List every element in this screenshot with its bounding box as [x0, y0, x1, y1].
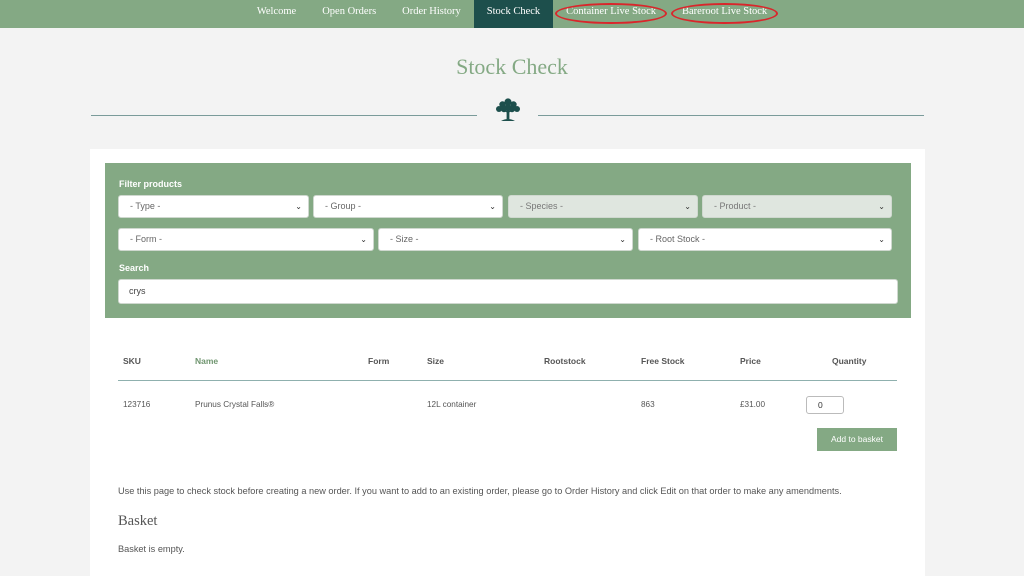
cell-sku: 123716 — [123, 400, 151, 409]
chevron-down-icon: ⌄ — [360, 235, 367, 244]
cell-price: £31.00 — [740, 400, 766, 409]
species-select[interactable]: - Species - ⌄ — [508, 195, 698, 218]
tree-icon — [496, 98, 520, 121]
species-select-value: - Species - — [520, 201, 564, 211]
header-size: Size — [427, 356, 445, 366]
chevron-down-icon: ⌄ — [878, 235, 885, 244]
chevron-down-icon: ⌄ — [489, 202, 496, 211]
search-label: Search — [119, 263, 150, 273]
chevron-down-icon: ⌄ — [878, 202, 885, 211]
root-stock-select[interactable]: - Root Stock - ⌄ — [638, 228, 892, 251]
chevron-down-icon: ⌄ — [295, 202, 302, 211]
chevron-down-icon: ⌄ — [619, 235, 626, 244]
add-to-basket-button[interactable]: Add to basket — [817, 428, 897, 451]
size-select[interactable]: - Size - ⌄ — [378, 228, 633, 251]
nav-stock-check[interactable]: Stock Check — [473, 0, 554, 28]
header-price: Price — [740, 356, 761, 366]
form-select-value: - Form - — [130, 234, 162, 244]
group-select-value: - Group - — [325, 201, 362, 211]
basket-status: Basket is empty. — [118, 544, 185, 554]
header-name[interactable]: Name — [195, 356, 218, 366]
divider-left — [91, 115, 477, 116]
root-stock-select-value: - Root Stock - — [650, 234, 706, 244]
size-select-value: - Size - — [390, 234, 419, 244]
filter-label: Filter products — [119, 179, 183, 189]
header-sku: SKU — [123, 356, 141, 366]
nav-open-orders[interactable]: Open Orders — [309, 0, 389, 28]
group-select[interactable]: - Group - ⌄ — [313, 195, 503, 218]
filter-box: Filter products - Type - ⌄ - Group - ⌄ -… — [105, 163, 911, 318]
page-title: Stock Check — [456, 54, 568, 79]
top-navigation: Welcome Open Orders Order History Stock … — [0, 0, 1024, 28]
chevron-down-icon: ⌄ — [684, 202, 691, 211]
basket-title: Basket — [118, 513, 158, 529]
type-select[interactable]: - Type - ⌄ — [118, 195, 309, 218]
nav-container-live-stock[interactable]: Container Live Stock — [553, 0, 669, 28]
product-select-value: - Product - — [714, 201, 757, 211]
cell-name: Prunus Crystal Falls® — [195, 400, 275, 409]
cell-free-stock: 863 — [641, 400, 655, 409]
product-select[interactable]: - Product - ⌄ — [702, 195, 892, 218]
nav-welcome[interactable]: Welcome — [244, 0, 309, 28]
form-select[interactable]: - Form - ⌄ — [118, 228, 374, 251]
table-header-rule — [118, 380, 897, 381]
header-rootstock: Rootstock — [544, 356, 586, 366]
cell-size: 12L container — [427, 400, 477, 409]
stock-check-panel: Filter products - Type - ⌄ - Group - ⌄ -… — [90, 149, 925, 576]
type-select-value: - Type - — [130, 201, 161, 211]
divider-right — [538, 115, 924, 116]
search-input[interactable]: crys — [118, 279, 898, 304]
nav-order-history[interactable]: Order History — [389, 0, 474, 28]
nav-bareroot-live-stock[interactable]: Bareroot Live Stock — [669, 0, 780, 28]
header-quantity: Quantity — [832, 356, 867, 366]
header-free-stock: Free Stock — [641, 356, 685, 366]
header-form: Form — [368, 356, 390, 366]
quantity-input[interactable]: 0 — [806, 396, 844, 414]
info-text: Use this page to check stock before crea… — [118, 486, 842, 496]
